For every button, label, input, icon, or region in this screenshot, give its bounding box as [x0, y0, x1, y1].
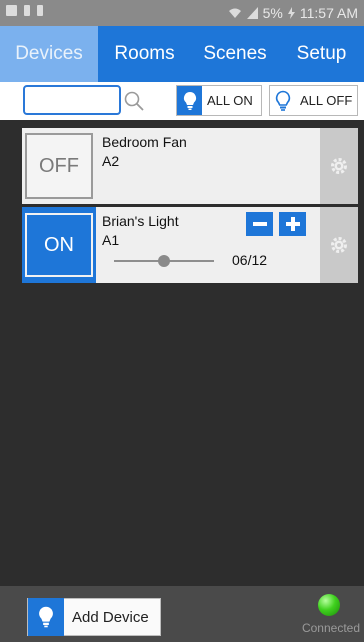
plus-icon — [285, 217, 300, 231]
off-button-label: OFF — [25, 133, 93, 199]
connection-status-led — [318, 594, 340, 616]
status-right: 5% 11:57 AM — [228, 5, 358, 21]
dim-up-button[interactable] — [279, 212, 306, 236]
person-notification-icon — [37, 5, 43, 16]
battery-charging-icon — [287, 7, 295, 19]
gallery-notification-icon — [6, 5, 17, 16]
main-tab-bar: Devices Rooms Scenes Setup — [0, 26, 364, 82]
tab-devices[interactable]: Devices — [0, 26, 98, 82]
signal-icon — [246, 7, 258, 19]
lightbulb-icon — [177, 86, 202, 115]
device-row-brians-light: ON Brian's Light A1 06/12 — [22, 207, 358, 283]
on-button-label: ON — [25, 213, 93, 277]
tab-setup[interactable]: Setup — [279, 26, 364, 82]
all-off-label: ALL OFF — [300, 93, 353, 108]
notification-icons — [6, 5, 43, 16]
brightness-level: 06/12 — [232, 252, 268, 268]
lightbulb-icon — [28, 598, 64, 636]
clock: 11:57 AM — [299, 5, 358, 21]
device-settings-button[interactable] — [320, 207, 358, 283]
search-icon[interactable] — [123, 90, 145, 112]
add-device-label: Add Device — [72, 608, 149, 626]
device-toggle-off[interactable]: OFF — [22, 128, 96, 204]
all-off-button[interactable]: ALL OFF — [269, 85, 358, 116]
tab-rooms[interactable]: Rooms — [98, 26, 191, 82]
gear-icon — [331, 158, 347, 174]
device-row-bedroom-fan: OFF Bedroom Fan A2 — [22, 128, 358, 204]
device-toggle-on[interactable]: ON — [22, 207, 96, 283]
all-on-label: ALL ON — [207, 93, 253, 108]
device-address: A2 — [102, 153, 120, 169]
device-name: Bedroom Fan — [102, 134, 187, 150]
add-device-button[interactable]: Add Device — [27, 598, 161, 636]
slider-thumb[interactable] — [158, 255, 170, 267]
device-name: Brian's Light — [102, 213, 179, 229]
download-notification-icon — [24, 5, 30, 16]
connection-status-text: Connected — [301, 621, 360, 635]
minus-icon — [252, 222, 267, 226]
search-input[interactable] — [23, 85, 121, 115]
wifi-icon — [228, 8, 241, 18]
bottom-bar: Add Device Connected — [0, 586, 364, 642]
status-bar: 5% 11:57 AM — [0, 0, 364, 26]
device-toolbar: ALL ON ALL OFF — [0, 82, 364, 120]
gear-icon — [331, 237, 347, 253]
device-address: A1 — [102, 232, 120, 248]
dim-down-button[interactable] — [246, 212, 273, 236]
tab-scenes[interactable]: Scenes — [191, 26, 279, 82]
device-settings-button[interactable] — [320, 128, 358, 204]
all-on-button[interactable]: ALL ON — [176, 85, 262, 116]
battery-percent: 5% — [262, 5, 283, 21]
lightbulb-outline-icon — [270, 86, 295, 115]
brightness-slider[interactable] — [114, 254, 214, 268]
